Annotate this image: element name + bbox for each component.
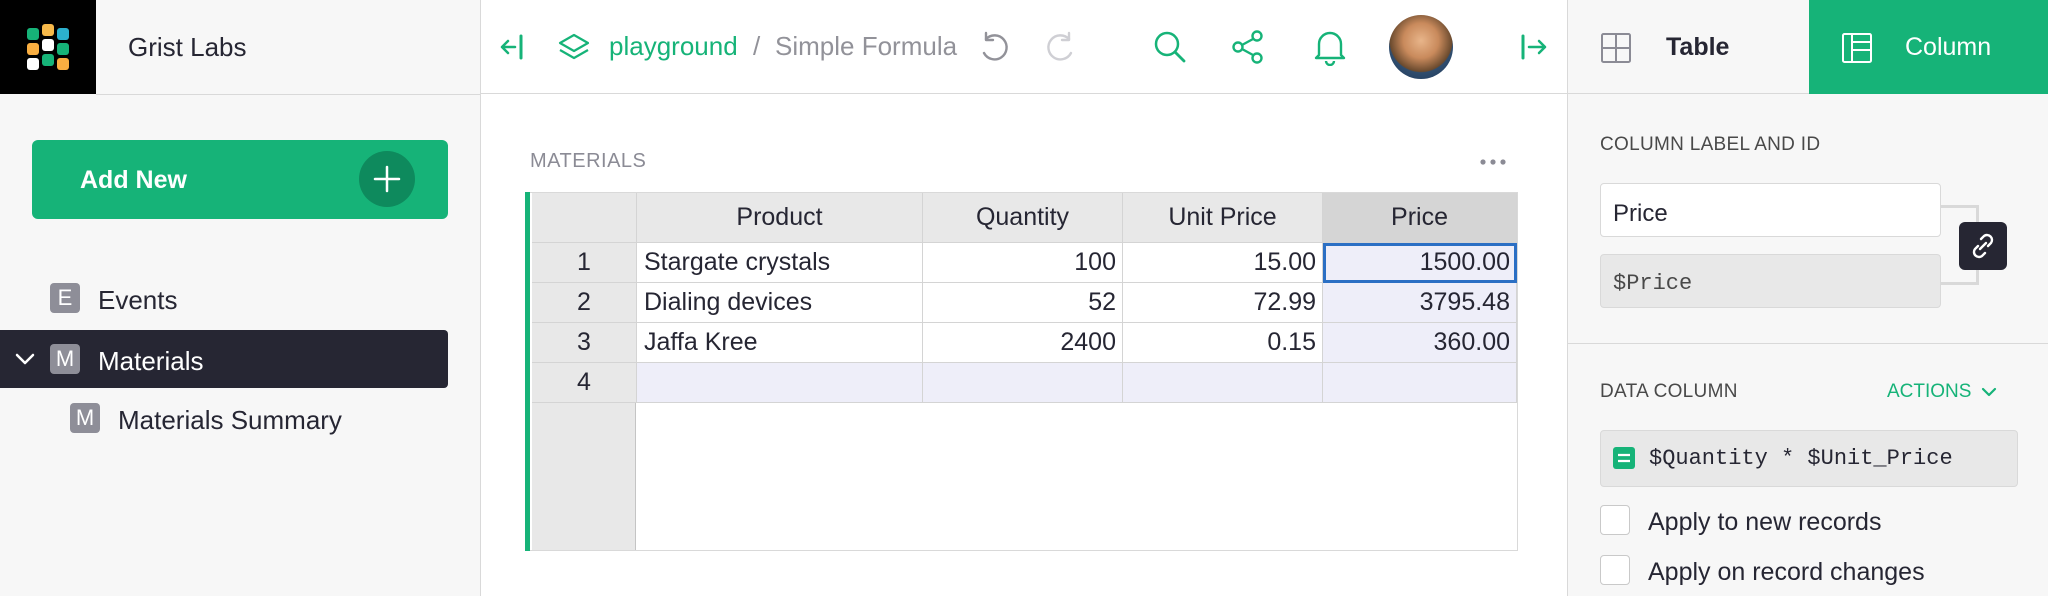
new-row-cell[interactable] — [637, 363, 923, 403]
apply-record-changes-checkbox[interactable] — [1600, 555, 1630, 585]
divider — [1568, 343, 2048, 344]
column-header-price[interactable]: Price — [1323, 193, 1517, 243]
actions-dropdown[interactable]: ACTIONS — [1887, 381, 1997, 403]
row-number[interactable]: 2 — [532, 283, 637, 323]
user-avatar[interactable] — [1389, 15, 1453, 79]
breadcrumb-separator: / — [753, 31, 761, 61]
data-column-section-title: DATA COLUMN — [1600, 381, 1738, 402]
page-label: Materials Summary — [118, 405, 342, 435]
chevron-down-icon[interactable] — [14, 350, 36, 368]
column-icon — [1842, 33, 1872, 63]
actions-label: ACTIONS — [1887, 381, 1972, 402]
top-bar: playground / Simple Formula — [481, 0, 1567, 94]
cell-price[interactable]: 360.00 — [1323, 323, 1517, 363]
cell-quantity[interactable]: 100 — [923, 243, 1123, 283]
page-badge: M — [50, 344, 80, 374]
cell-product[interactable]: Jaffa Kree — [637, 323, 923, 363]
divider — [96, 94, 481, 95]
apply-new-records-checkbox[interactable] — [1600, 505, 1630, 535]
plus-icon — [359, 151, 415, 207]
active-section-indicator — [525, 192, 530, 551]
apply-new-records-label[interactable]: Apply to new records — [1648, 508, 1881, 537]
workspace-layers-icon — [558, 33, 590, 60]
cell-quantity[interactable]: 2400 — [923, 323, 1123, 363]
open-right-panel-icon[interactable] — [1519, 33, 1549, 61]
widget-options-icon[interactable] — [1478, 150, 1508, 174]
table-widget-icon — [1601, 33, 1631, 63]
cell-price[interactable]: 3795.48 — [1323, 283, 1517, 323]
add-new-label: Add New — [80, 166, 187, 194]
page-badge: M — [70, 403, 100, 433]
cell-price-selected[interactable]: 1500.00 — [1323, 243, 1517, 283]
cell-unit-price[interactable]: 0.15 — [1123, 323, 1323, 363]
page-item-materials[interactable]: M Materials — [0, 330, 448, 388]
undo-icon[interactable] — [977, 30, 1011, 64]
grist-logo-icon — [27, 24, 69, 70]
link-label-id-button[interactable] — [1959, 222, 2007, 270]
tab-column-label: Column — [1905, 33, 1992, 61]
breadcrumb-workspace[interactable]: playground — [609, 31, 738, 62]
cell-product[interactable]: Dialing devices — [637, 283, 923, 323]
notifications-bell-icon[interactable] — [1313, 28, 1347, 66]
page-item-materials-summary[interactable]: M Materials Summary — [0, 389, 448, 447]
formula-text: $Quantity * $Unit_Price — [1649, 446, 1953, 471]
cell-unit-price[interactable]: 72.99 — [1123, 283, 1323, 323]
row-number[interactable]: 3 — [532, 323, 637, 363]
collapse-left-panel-icon[interactable] — [499, 33, 527, 61]
cell-product[interactable]: Stargate crystals — [637, 243, 923, 283]
org-name[interactable]: Grist Labs — [128, 32, 247, 63]
formula-equals-icon — [1613, 447, 1635, 469]
add-new-button[interactable]: Add New — [32, 140, 448, 219]
link-icon — [1972, 233, 1994, 259]
left-panel: Grist Labs Add New E Events M Materials … — [0, 0, 481, 596]
row-number[interactable]: 1 — [532, 243, 637, 283]
new-row-cell[interactable] — [923, 363, 1123, 403]
tab-column[interactable]: Column — [1809, 0, 2048, 94]
cell-quantity[interactable]: 52 — [923, 283, 1123, 323]
widget-title[interactable]: MATERIALS — [530, 150, 646, 173]
redo-icon[interactable] — [1044, 30, 1078, 64]
column-header-quantity[interactable]: Quantity — [923, 193, 1123, 243]
share-icon[interactable] — [1230, 29, 1266, 65]
tab-table-label: Table — [1666, 33, 1730, 61]
formula-editor[interactable]: $Quantity * $Unit_Price — [1600, 430, 2018, 487]
page-label: Events — [98, 285, 178, 315]
search-icon[interactable] — [1152, 29, 1188, 65]
new-row-number[interactable]: 4 — [532, 363, 637, 403]
cell-unit-price[interactable]: 15.00 — [1123, 243, 1323, 283]
new-row-cell[interactable] — [1123, 363, 1323, 403]
right-panel: Table Column COLUMN LABEL AND ID Price $… — [1567, 0, 2048, 596]
new-row-cell[interactable] — [1323, 363, 1517, 403]
tab-table[interactable]: Table — [1568, 0, 1809, 94]
page-badge: E — [50, 283, 80, 313]
column-id-input[interactable]: $Price — [1600, 254, 1941, 308]
page-item-events[interactable]: E Events — [0, 269, 448, 327]
grid-corner[interactable] — [532, 193, 637, 243]
column-header-unit-price[interactable]: Unit Price — [1123, 193, 1323, 243]
page-label: Materials — [98, 346, 204, 376]
grist-logo[interactable] — [0, 0, 96, 94]
column-label-section-title: COLUMN LABEL AND ID — [1600, 134, 1821, 155]
chevron-down-icon — [1981, 387, 1996, 397]
breadcrumb-document[interactable]: Simple Formula — [775, 31, 957, 62]
column-header-product[interactable]: Product — [637, 193, 923, 243]
apply-record-changes-label[interactable]: Apply on record changes — [1648, 558, 1925, 587]
column-label-input[interactable]: Price — [1600, 183, 1941, 237]
